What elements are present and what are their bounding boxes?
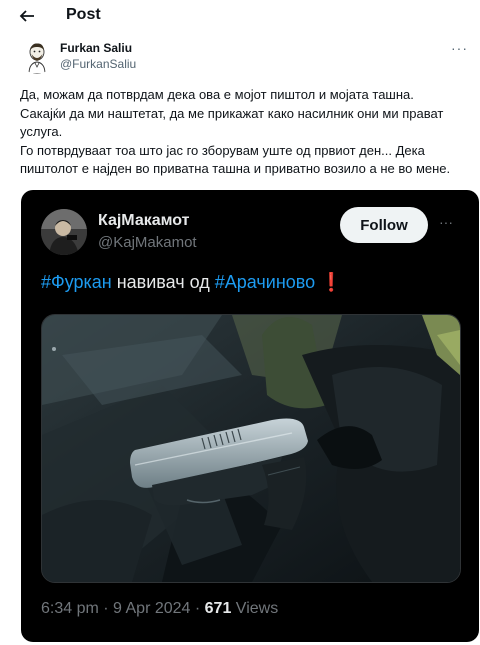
embedded-author-name: КајМакамот: [98, 212, 190, 229]
pistol-photo: [42, 315, 460, 582]
hashtag-arachinovo: #Арачиново: [214, 272, 316, 292]
embedded-avatar-photo: [41, 209, 87, 255]
hashtag-furkan: #Фуркан: [41, 272, 112, 292]
views-count: 671: [204, 600, 232, 617]
meta-separator: ·: [190, 600, 205, 617]
post-paragraph: Го потврдуваат тоа што јас го зборувам у…: [20, 142, 451, 177]
exclamation-icon: ❗: [315, 272, 343, 292]
post-author: Furkan Saliu @FurkanSaliu ···: [20, 40, 470, 76]
embedded-author-handle: @KajMakamot: [98, 234, 197, 251]
views-label: Views: [231, 600, 279, 617]
more-options-icon[interactable]: ···: [451, 40, 468, 56]
arrow-left-icon: [19, 10, 34, 22]
embedded-avatar: [41, 209, 87, 255]
avatar[interactable]: [20, 40, 54, 74]
media-photo: [41, 314, 461, 583]
page-title: Post: [66, 6, 101, 23]
post-date: 9 Apr 2024: [113, 600, 191, 617]
post-paragraph: Да, можам да потврдам дека ова е мојот п…: [20, 87, 414, 102]
post-paragraph: Сакајќи да ми наштетат, да ме прикажат к…: [20, 105, 444, 140]
avatar-illustration: [20, 40, 54, 74]
embedded-more-icon: ···: [439, 214, 453, 230]
post-time: 6:34 pm: [41, 600, 99, 617]
embedded-post-text: #Фуркан навивач од #Арачиново ❗: [41, 272, 343, 293]
back-button[interactable]: [17, 6, 37, 26]
embedded-text-middle: навивач од: [111, 272, 215, 292]
meta-separator: ·: [98, 600, 114, 617]
post-body: Да, можам да потврдам дека ова е мојот п…: [20, 86, 465, 179]
follow-button: Follow: [340, 207, 428, 243]
embedded-post-image[interactable]: КајМакамот @KajMakamot Follow ··· #Фурка…: [21, 190, 479, 642]
author-handle[interactable]: @FurkanSaliu: [60, 57, 136, 71]
author-name[interactable]: Furkan Saliu: [60, 41, 132, 55]
top-bar: Post: [0, 0, 480, 34]
post-meta: 6:34 pm · 9 Apr 2024 · 671 Views: [41, 600, 278, 618]
